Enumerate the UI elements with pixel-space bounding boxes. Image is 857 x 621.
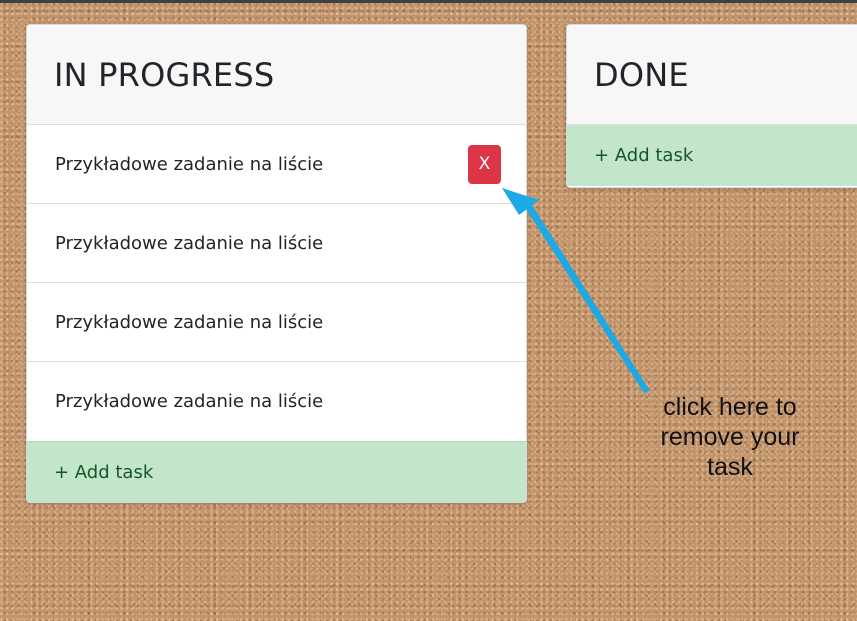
annotation-line: remove your [660, 423, 800, 451]
annotation-line: click here to [663, 393, 797, 421]
annotation-text: click here to remove your task [640, 392, 820, 482]
annotation-line: task [707, 453, 753, 481]
arrow-shaft [526, 205, 650, 393]
pointer-arrow-icon [502, 188, 650, 393]
